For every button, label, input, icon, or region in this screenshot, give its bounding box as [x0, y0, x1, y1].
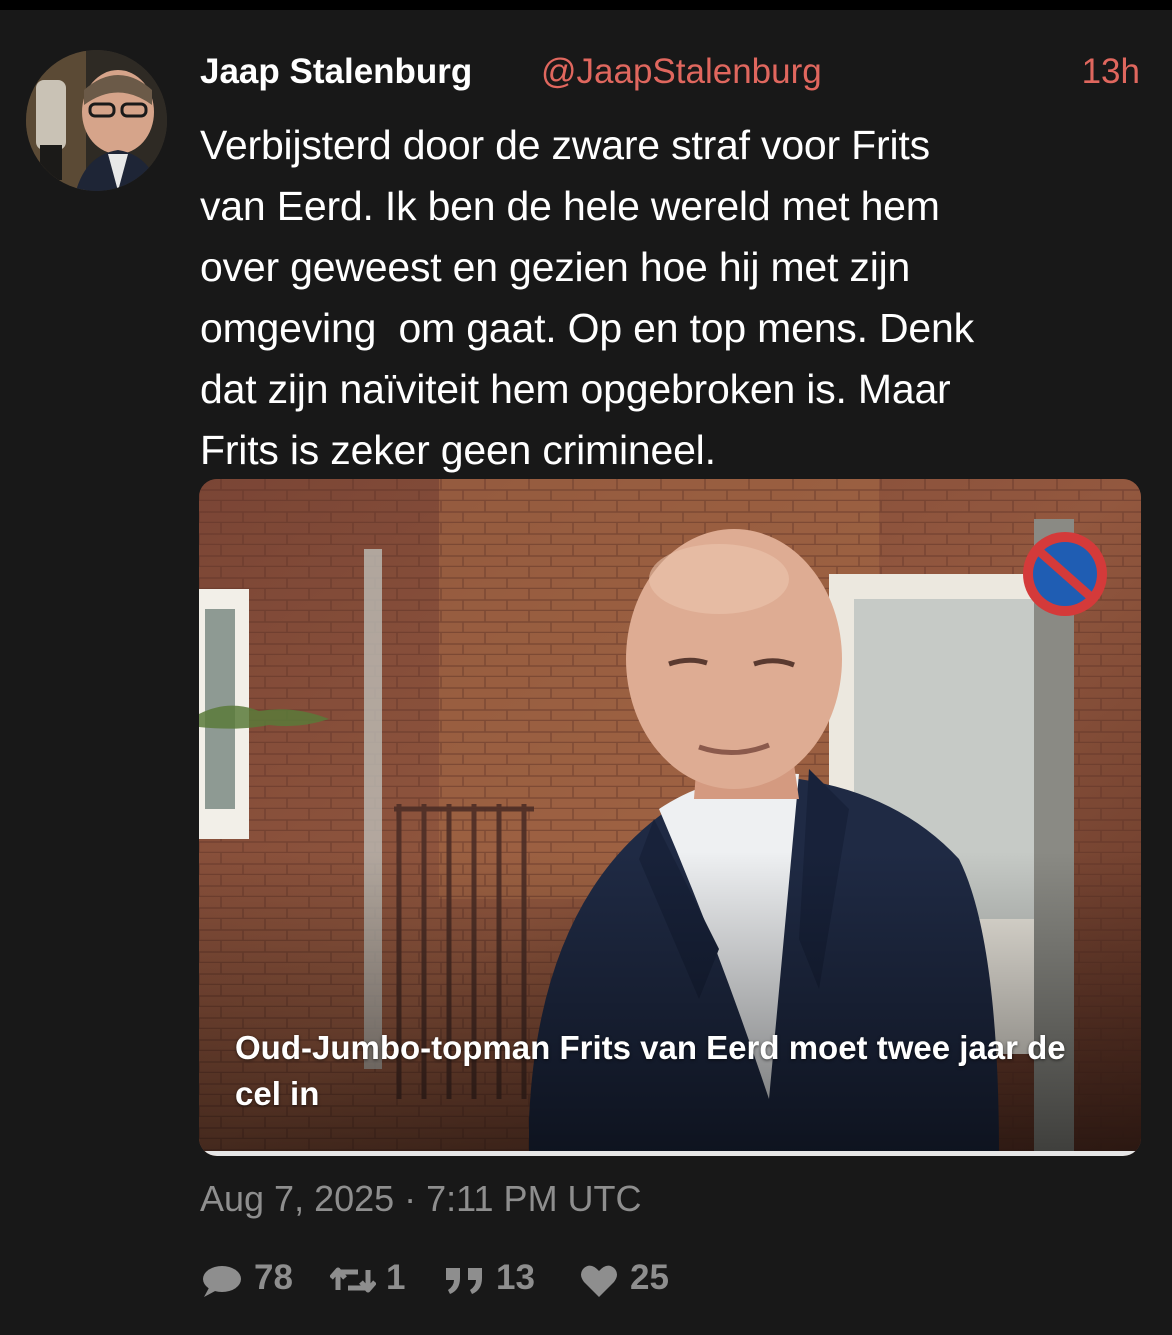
comment-icon [203, 1266, 241, 1297]
likes-stat[interactable]: 25 [580, 1255, 690, 1301]
tweet-text: Verbijsterd door de zware straf voor Fri… [200, 122, 974, 473]
top-edge [0, 0, 1172, 10]
quote-icon [446, 1268, 482, 1294]
author-handle[interactable]: @JaapStalenburg [541, 50, 822, 94]
card-headline: Oud-Jumbo-topman Frits van Eerd moet twe… [235, 1029, 1066, 1112]
heart-icon [581, 1265, 617, 1297]
likes-count: 25 [630, 1258, 669, 1297]
avatar-image [26, 50, 167, 191]
quotes-count: 13 [496, 1258, 535, 1297]
card-divider [199, 1151, 1141, 1156]
tweet-date[interactable]: Aug 7, 2025 · 7:11 PM UTC [200, 1176, 642, 1222]
retweets-count: 1 [386, 1258, 406, 1297]
retweets-stat[interactable]: 1 [330, 1255, 420, 1301]
replies-count: 78 [254, 1258, 293, 1297]
quotes-stat[interactable]: 13 [444, 1255, 554, 1301]
replies-stat[interactable]: 78 [200, 1255, 300, 1301]
tweet[interactable]: Jaap Stalenburg @JaapStalenburg 13h Verb… [0, 10, 1172, 1335]
retweet-icon [330, 1267, 376, 1293]
tweet-header: Jaap Stalenburg @JaapStalenburg 13h [200, 50, 1140, 94]
author-name[interactable]: Jaap Stalenburg [200, 50, 472, 94]
link-card[interactable]: Oud-Jumbo-topman Frits van Eerd moet twe… [199, 479, 1141, 1156]
avatar[interactable] [26, 50, 167, 191]
tweet-time[interactable]: 13h [1082, 50, 1140, 94]
